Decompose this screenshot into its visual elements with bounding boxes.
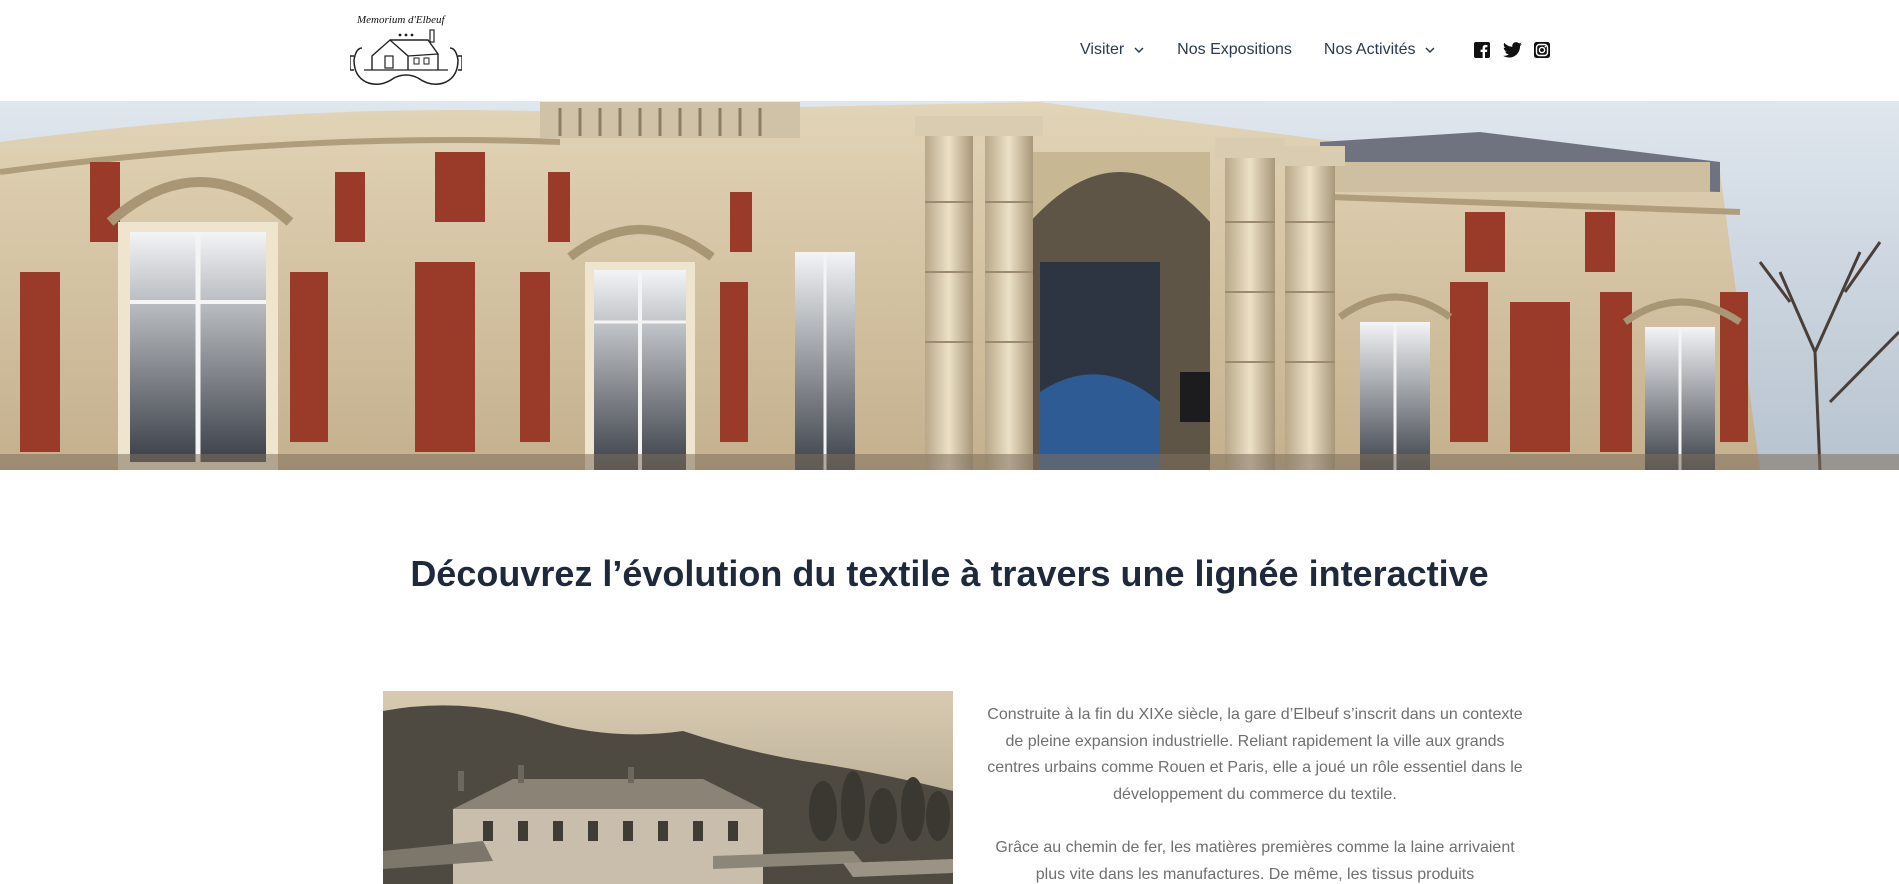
facebook-icon[interactable] bbox=[1472, 40, 1492, 60]
history-paragraph-2: Grâce au chemin de fer, les matières pre… bbox=[995, 839, 1515, 883]
chevron-down-icon bbox=[1134, 47, 1144, 54]
history-paragraph-1: Construite à la fin du XIXe siècle, la g… bbox=[987, 706, 1523, 803]
site-header: Memorium d'Elbeuf Visiter Nos Exposition… bbox=[0, 0, 1899, 102]
twitter-icon[interactable] bbox=[1502, 40, 1522, 60]
page-headline: Découvrez l’évolution du textile à trave… bbox=[410, 553, 1489, 594]
instagram-icon[interactable] bbox=[1532, 40, 1552, 60]
logo-text: Memorium d'Elbeuf bbox=[357, 14, 445, 26]
hero-banner-image bbox=[0, 102, 1899, 470]
nav-item-label: Nos Expositions bbox=[1177, 41, 1292, 58]
history-text-column: Construite à la fin du XIXe siècle, la g… bbox=[985, 702, 1525, 884]
nav-item-label: Visiter bbox=[1080, 41, 1125, 58]
nav-item-nos-activites[interactable]: Nos Activités bbox=[1324, 41, 1437, 59]
main-navigation: Visiter Nos Expositions Nos Activités bbox=[1080, 38, 1552, 62]
museum-vr-headset-logo-icon bbox=[350, 29, 462, 85]
nav-item-nos-expositions[interactable]: Nos Expositions bbox=[1177, 41, 1292, 59]
nav-item-visiter[interactable]: Visiter bbox=[1080, 41, 1145, 59]
site-logo[interactable]: Memorium d'Elbeuf bbox=[350, 10, 466, 90]
social-links bbox=[1472, 40, 1552, 60]
chevron-down-icon bbox=[1425, 47, 1436, 54]
building-facade-image bbox=[0, 102, 1899, 470]
nav-item-label: Nos Activités bbox=[1323, 41, 1416, 58]
vintage-station-photo bbox=[383, 691, 953, 884]
elbeuf-station-postcard-image bbox=[383, 691, 953, 884]
